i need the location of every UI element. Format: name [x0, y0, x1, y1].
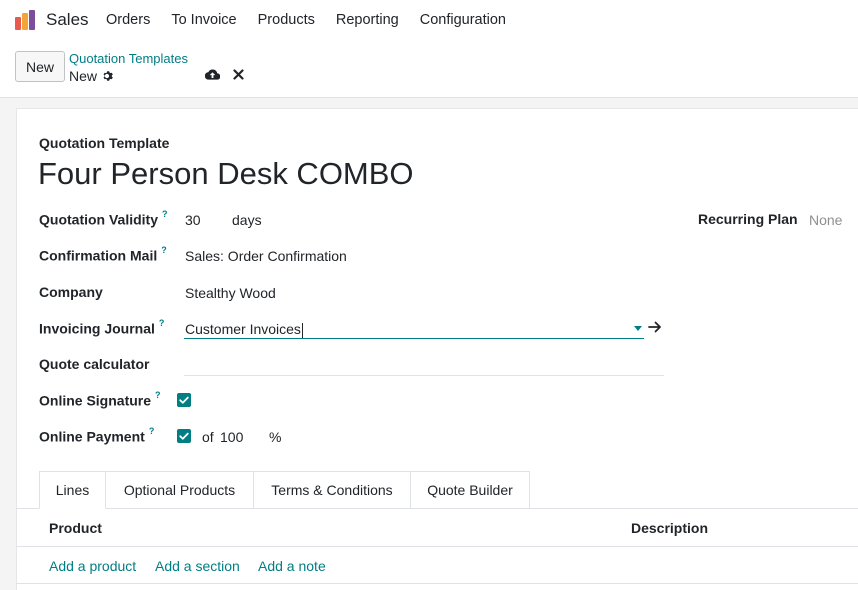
column-product[interactable]: Product [49, 520, 102, 536]
main-menu: Orders To Invoice Products Reporting Con… [106, 12, 527, 28]
internal-link-arrow-icon[interactable] [648, 321, 662, 333]
tabs-baseline [16, 508, 858, 509]
confirmation-mail-label: Confirmation Mail? [39, 245, 167, 264]
online-payment-label: Online Payment? [39, 426, 155, 445]
prepayment-percent-input[interactable]: 100 [220, 429, 243, 445]
help-icon[interactable]: ? [159, 318, 165, 328]
table-header-divider [16, 546, 858, 547]
help-icon[interactable]: ? [162, 209, 168, 219]
checkmark-icon [179, 396, 189, 404]
help-icon[interactable]: ? [161, 245, 167, 255]
breadcrumb-current-label: New [69, 68, 98, 84]
top-navbar: Sales Orders To Invoice Products Reporti… [0, 0, 858, 40]
add-note-link[interactable]: Add a note [258, 558, 326, 574]
online-signature-label: Online Signature? [39, 390, 161, 409]
quotation-validity-label: Quotation Validity? [39, 209, 168, 228]
app-name[interactable]: Sales [46, 10, 89, 30]
quote-calculator-input[interactable] [184, 375, 664, 376]
menu-reporting[interactable]: Reporting [336, 12, 399, 28]
breadcrumb-quotation-templates[interactable]: Quotation Templates [69, 51, 188, 66]
company-label: Company [39, 284, 103, 300]
cloud-save-icon[interactable] [205, 68, 220, 81]
invoicing-journal-label: Invoicing Journal? [39, 318, 165, 337]
sales-app-icon[interactable] [14, 9, 36, 31]
help-icon[interactable]: ? [149, 426, 155, 436]
column-description[interactable]: Description [631, 520, 708, 536]
validity-unit: days [232, 212, 262, 228]
table-bottom-divider [16, 583, 858, 584]
validity-days-input[interactable]: 30 [185, 212, 201, 228]
menu-configuration[interactable]: Configuration [420, 12, 506, 28]
tab-lines[interactable]: Lines [39, 471, 106, 509]
invoicing-journal-input[interactable]: Customer Invoices [185, 321, 303, 338]
percent-sign: % [269, 429, 282, 445]
add-product-link[interactable]: Add a product [49, 558, 136, 574]
gear-icon[interactable] [101, 70, 113, 82]
new-button[interactable]: New [15, 51, 65, 82]
menu-orders[interactable]: Orders [106, 12, 150, 28]
menu-to-invoice[interactable]: To Invoice [171, 12, 236, 28]
title-label: Quotation Template [39, 135, 170, 151]
discard-icon[interactable] [233, 69, 244, 80]
add-section-link[interactable]: Add a section [155, 558, 240, 574]
tab-terms-conditions[interactable]: Terms & Conditions [253, 471, 411, 508]
recurring-plan-input[interactable]: None [809, 212, 842, 228]
breadcrumb-current: New [69, 68, 113, 84]
online-signature-checkbox[interactable] [177, 393, 191, 407]
tab-quote-builder[interactable]: Quote Builder [410, 471, 530, 508]
template-name-field[interactable]: Four Person Desk COMBO [38, 156, 414, 192]
checkmark-icon [179, 432, 189, 440]
confirmation-mail-input[interactable]: Sales: Order Confirmation [185, 248, 347, 264]
online-payment-checkbox[interactable] [177, 429, 191, 443]
company-input[interactable]: Stealthy Wood [185, 285, 276, 301]
chevron-down-icon[interactable] [634, 326, 642, 331]
tab-optional-products[interactable]: Optional Products [105, 471, 254, 508]
payment-of-label: of [202, 429, 214, 445]
help-icon[interactable]: ? [155, 390, 161, 400]
invoicing-journal-underline [184, 338, 644, 339]
menu-products[interactable]: Products [258, 12, 315, 28]
recurring-plan-label: Recurring Plan [698, 211, 798, 227]
quote-calculator-label: Quote calculator [39, 356, 150, 372]
control-panel: New Quotation Templates New [0, 40, 858, 98]
text-cursor [301, 322, 303, 338]
